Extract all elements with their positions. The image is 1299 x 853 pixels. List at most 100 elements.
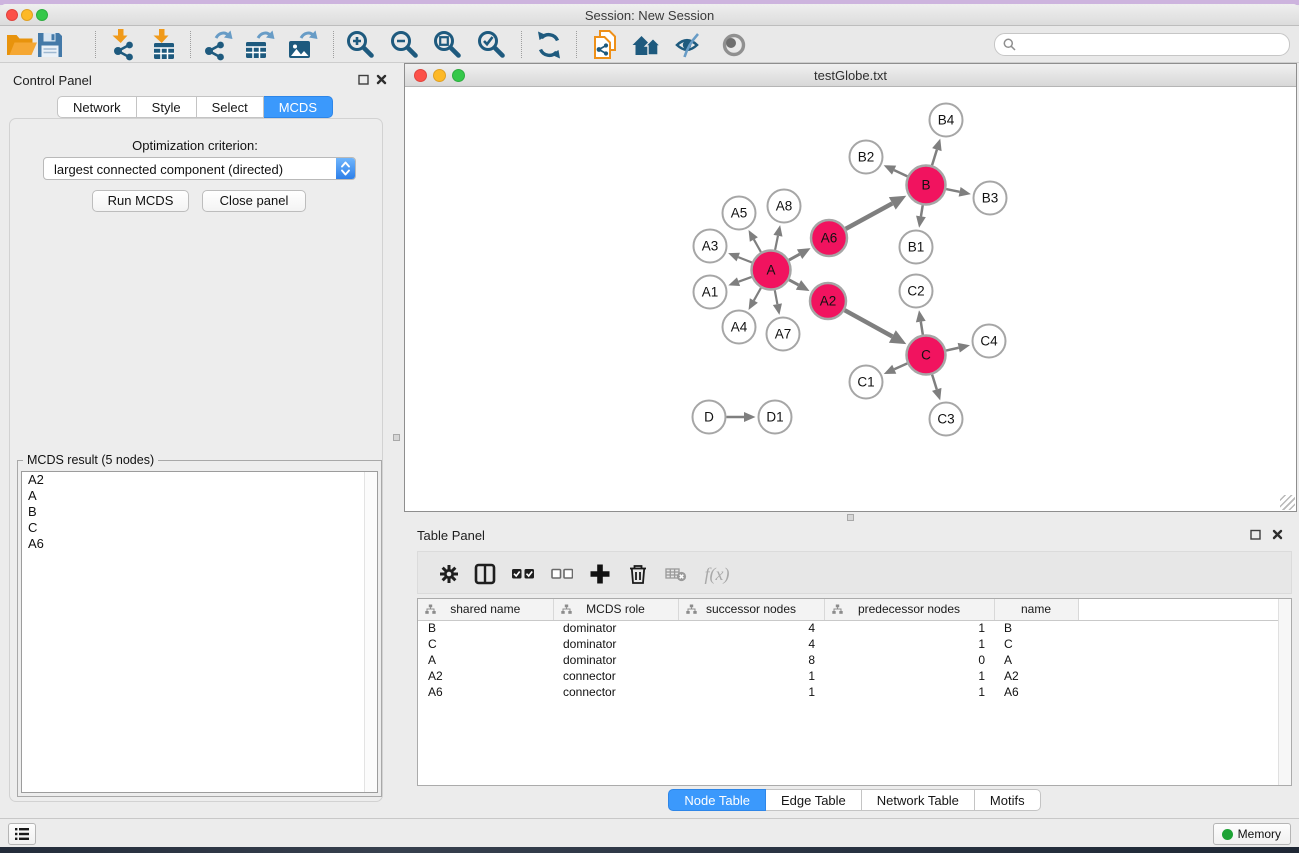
delete-table-icon[interactable] (664, 562, 688, 586)
column-header-name[interactable]: name (994, 599, 1078, 620)
import-table-icon[interactable] (146, 28, 180, 62)
column-header-predecessor-nodes[interactable]: predecessor nodes (824, 599, 994, 620)
vertical-splitter-handle[interactable] (393, 434, 400, 441)
window-resize-grip[interactable] (1280, 495, 1295, 510)
function-builder-icon[interactable]: f(x) (705, 562, 729, 586)
close-panel-button[interactable]: Close panel (202, 190, 306, 212)
task-history-button[interactable] (8, 823, 36, 845)
optimization-criterion-select[interactable]: largest connected component (directed) (43, 157, 356, 180)
graph-edge-A6-B[interactable] (846, 203, 893, 228)
cell[interactable]: dominator (553, 636, 678, 652)
cell[interactable]: A (418, 652, 553, 668)
node-table[interactable]: shared nameMCDS rolesuccessor nodesprede… (417, 598, 1292, 786)
graph-edge-B-B3[interactable] (946, 189, 960, 192)
export-image-icon[interactable] (286, 28, 320, 62)
column-header-shared-name[interactable]: shared name (418, 599, 553, 620)
cell[interactable]: 1 (824, 636, 994, 652)
export-network-icon[interactable] (201, 28, 235, 62)
cell[interactable]: 4 (678, 620, 824, 636)
cell[interactable]: A2 (994, 668, 1078, 684)
graph-edge-A-A5[interactable] (754, 239, 761, 252)
cell[interactable]: 1 (824, 684, 994, 700)
graph-edge-C-C1[interactable] (894, 363, 907, 369)
vertical-splitter[interactable] (390, 63, 404, 818)
cell[interactable]: A6 (994, 684, 1078, 700)
table-settings-icon[interactable] (437, 562, 461, 586)
unselect-all-columns-icon[interactable] (550, 562, 574, 586)
cell[interactable]: A (994, 652, 1078, 668)
cell[interactable]: C (418, 636, 553, 652)
graph-edge-A-A8[interactable] (775, 236, 778, 250)
cell[interactable]: dominator (553, 620, 678, 636)
network-canvas[interactable]: AA1A2A3A4A5A6A7A8BB1B2B3B4CC1C2C3C4DD1 (405, 87, 1296, 511)
cell[interactable]: 1 (678, 668, 824, 684)
tab-network[interactable]: Network (57, 96, 137, 118)
cell[interactable]: B (418, 620, 553, 636)
duplicate-network-icon[interactable] (588, 28, 622, 62)
search-input[interactable] (1020, 38, 1289, 52)
mcds-result-item[interactable]: B (22, 504, 377, 520)
zoom-selected-icon[interactable] (475, 28, 509, 62)
cell[interactable]: dominator (553, 652, 678, 668)
graph-edge-A-A4[interactable] (754, 288, 761, 301)
graph-edge-C-C2[interactable] (921, 322, 923, 335)
table-row-B[interactable]: Bdominator41B (418, 620, 1291, 636)
cell[interactable]: 8 (678, 652, 824, 668)
cell[interactable]: B (994, 620, 1078, 636)
graph-edge-B-B2[interactable] (894, 170, 907, 176)
cell[interactable]: connector (553, 668, 678, 684)
column-header-MCDS-role[interactable]: MCDS role (553, 599, 678, 620)
network-window-titlebar[interactable]: testGlobe.txt (405, 64, 1296, 87)
table-row-A6[interactable]: A6connector11A6 (418, 684, 1291, 700)
tab-mcds[interactable]: MCDS (264, 96, 333, 118)
show-columns-icon[interactable] (473, 562, 497, 586)
cell[interactable]: connector (553, 684, 678, 700)
save-session-icon[interactable] (33, 28, 67, 62)
export-table-icon[interactable] (243, 28, 277, 62)
graph-edge-A-A1[interactable] (739, 277, 752, 282)
cell[interactable]: A6 (418, 684, 553, 700)
network-graph[interactable]: AA1A2A3A4A5A6A7A8BB1B2B3B4CC1C2C3C4DD1 (405, 87, 1296, 511)
main-titlebar[interactable]: Session: New Session (0, 4, 1299, 26)
zoom-out-icon[interactable] (388, 28, 422, 62)
graph-edge-C-C3[interactable] (932, 375, 937, 390)
show-all-icon[interactable] (717, 28, 751, 62)
graph-edge-A-A6[interactable] (789, 254, 800, 260)
zoom-in-icon[interactable] (344, 28, 378, 62)
hide-selected-icon[interactable] (673, 28, 707, 62)
home-icon[interactable] (630, 28, 664, 62)
tab-node-table[interactable]: Node Table (668, 789, 766, 811)
column-header-successor-nodes[interactable]: successor nodes (678, 599, 824, 620)
horizontal-splitter[interactable] (404, 512, 1299, 522)
float-panel-icon[interactable] (357, 73, 370, 86)
result-list-scrollbar[interactable] (364, 472, 377, 792)
graph-edge-A2-C[interactable] (845, 310, 893, 336)
mcds-result-item[interactable]: A6 (22, 536, 377, 552)
mcds-result-item[interactable]: C (22, 520, 377, 536)
run-mcds-button[interactable]: Run MCDS (92, 190, 189, 212)
tab-select[interactable]: Select (197, 96, 264, 118)
cell[interactable]: 1 (678, 684, 824, 700)
table-row-A[interactable]: Adominator80A (418, 652, 1291, 668)
table-row-C[interactable]: Cdominator41C (418, 636, 1291, 652)
table-scrollbar[interactable] (1278, 599, 1291, 785)
horizontal-splitter-handle[interactable] (847, 514, 854, 521)
cell[interactable]: 1 (824, 620, 994, 636)
tab-edge-table[interactable]: Edge Table (766, 789, 862, 811)
graph-edge-A-A2[interactable] (789, 280, 798, 285)
graph-edge-C-C4[interactable] (946, 348, 959, 351)
graph-edge-B-B1[interactable] (921, 205, 923, 216)
refresh-icon[interactable] (532, 28, 566, 62)
delete-column-icon[interactable] (626, 562, 650, 586)
tab-motifs[interactable]: Motifs (975, 789, 1041, 811)
mcds-result-item[interactable]: A2 (22, 472, 377, 488)
tab-style[interactable]: Style (137, 96, 197, 118)
import-network-icon[interactable] (105, 28, 139, 62)
graph-edge-B-B4[interactable] (932, 150, 937, 166)
close-table-panel-icon[interactable] (1271, 528, 1284, 541)
cell[interactable]: 1 (824, 668, 994, 684)
table-row-A2[interactable]: A2connector11A2 (418, 668, 1291, 684)
graph-edge-A-A7[interactable] (775, 290, 778, 304)
cell[interactable]: 0 (824, 652, 994, 668)
memory-button[interactable]: Memory (1213, 823, 1291, 845)
